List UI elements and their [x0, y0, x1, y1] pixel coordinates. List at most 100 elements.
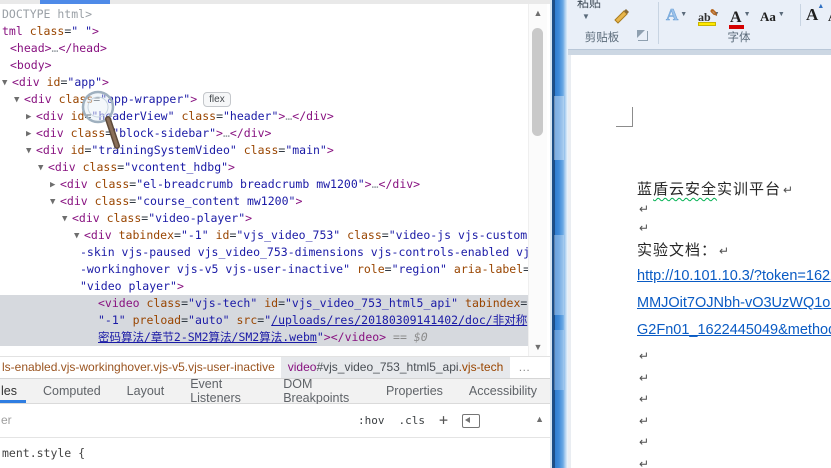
empty-paragraph: ↵ — [637, 218, 831, 237]
empty-paragraph: ↵ — [637, 367, 831, 389]
grow-font-arrow-icon: ▲ — [817, 2, 825, 10]
clipboard-group-label: 剪贴板 — [584, 32, 620, 44]
empty-paragraph: ↵ — [637, 410, 831, 432]
empty-paragraph: ↵ — [637, 388, 831, 410]
tab-layout[interactable]: Layout — [114, 379, 178, 403]
tree-expand-icon[interactable]: ▼ — [50, 194, 60, 211]
breadcrumb-overflow-icon[interactable]: … — [510, 357, 539, 378]
text-highlight-button[interactable]: ab ✏ ▼ — [698, 3, 720, 26]
crumb-id: #vjs_video_753_html5_api — [316, 360, 459, 374]
styles-toolbar: er :hov .cls + ▲ — [0, 404, 550, 438]
text-effects-button[interactable]: A ▼ — [666, 3, 688, 25]
empty-paragraph: ↵ — [637, 431, 831, 453]
dom-tree-row[interactable]: "-1" preload="auto" src="/uploads/res/20… — [0, 312, 528, 329]
empty-paragraph: ↵ — [637, 345, 831, 367]
tab-properties[interactable]: Properties — [373, 379, 456, 403]
grow-font-button[interactable]: A ▲ — [806, 2, 824, 25]
paragraph-mark: ↵ — [639, 349, 650, 363]
document-hyperlink[interactable]: http://10.101.10.3/?token=1622 — [637, 263, 831, 290]
scroll-up-icon[interactable]: ▲ — [529, 8, 547, 18]
element-style-rule[interactable]: ment.style { — [0, 438, 550, 468]
tree-expand-icon[interactable]: ▼ — [62, 211, 72, 228]
tree-expand-icon[interactable]: ▼ — [26, 143, 36, 160]
paragraph-mark: ↵ — [639, 370, 650, 385]
dom-tree-row[interactable]: -skin vjs-paused vjs_video_753-dimension… — [0, 244, 528, 261]
document-hyperlink[interactable]: MMJOit7OJNbh-vO3UzWQ1ouH — [637, 290, 831, 317]
word-window-edge — [550, 0, 568, 468]
paragraph-mark: ↵ — [639, 202, 650, 216]
tab-les[interactable]: les — [0, 379, 30, 403]
dom-tree-row[interactable]: ▶ <div class="block-sidebar">…</div> — [0, 125, 528, 142]
document-title: 蓝盾云安全实训平台 ↵ — [637, 181, 795, 198]
document-hyperlink[interactable]: G2Fn01_1622445049&method=d — [637, 317, 831, 344]
tree-expand-icon[interactable]: ▶ — [50, 177, 60, 194]
breadcrumb: ls-enabled.vjs-workinghover.vjs-v5.vjs-u… — [0, 356, 550, 378]
dom-tree-row[interactable]: DOCTYPE html> — [0, 6, 528, 23]
dom-tree-row[interactable]: ▼ <div class="app-wrapper"> flex — [0, 91, 528, 108]
tree-expand-icon[interactable]: ▶ — [26, 126, 36, 143]
paragraph-mark: ↵ — [639, 392, 650, 406]
paragraph-mark: ↵ — [719, 244, 731, 258]
toggle-element-state-button[interactable]: :hov — [358, 414, 385, 427]
document-label: 实验文档： ↵ — [637, 242, 731, 259]
empty-paragraph: ↵ — [637, 453, 831, 468]
scroll-down-icon[interactable]: ▼ — [529, 342, 547, 352]
styles-scroll-up-icon[interactable]: ▲ — [535, 414, 544, 424]
empty-paragraph: ↵ — [637, 199, 831, 218]
highlight-color-bar — [698, 22, 716, 26]
tree-expand-icon[interactable]: ▼ — [14, 92, 24, 109]
tab-dom-breakpoints[interactable]: DOM Breakpoints — [270, 377, 373, 405]
tree-expand-icon[interactable]: ▼ — [74, 228, 84, 245]
tree-expand-icon[interactable]: ▶ — [26, 109, 36, 126]
crumb-tag: video — [287, 360, 317, 374]
dom-tree-row[interactable]: ▼ <div tabindex="-1" id="vjs_video_753" c… — [0, 227, 528, 244]
elements-scrollbar[interactable]: ▲ ▼ — [528, 4, 547, 356]
element-classes-button[interactable]: .cls — [398, 414, 425, 427]
styles-filter-input[interactable]: er — [1, 413, 12, 427]
font-color-button[interactable]: A ▼ — [729, 3, 751, 29]
dom-tree-row[interactable]: ▼ <div class="course_content mw1200"> — [0, 193, 528, 210]
paragraph-mark: ↵ — [639, 413, 650, 428]
paragraph-mark: ↵ — [639, 435, 650, 449]
dom-tree-row[interactable]: <video class="vjs-tech" id="vjs_video_75… — [0, 295, 528, 312]
dom-tree-row[interactable]: 密码算法/章节2-SM2算法/SM2算法.webm"></video> == $… — [0, 329, 528, 346]
breadcrumb-item-div[interactable]: ls-enabled.vjs-workinghover.vjs-v5.vjs-u… — [0, 357, 281, 378]
dom-tree-row[interactable]: -workinghover vjs-v5 vjs-user-inactive" … — [0, 261, 528, 278]
dom-tree-row[interactable]: <head>…</head> — [0, 40, 528, 57]
breadcrumb-item-video-selected[interactable]: video#vjs_video_753_html5_api.vjs-tech — [280, 357, 511, 378]
tab-accessibility[interactable]: Accessibility — [456, 379, 550, 403]
format-painter-icon[interactable] — [612, 6, 632, 31]
dom-tree[interactable]: DOCTYPE html> tml class=" "> <head>…</head… — [0, 4, 528, 356]
dom-tree-row[interactable]: ▼ <div class="vcontent_hdbg"> — [0, 159, 528, 176]
tree-expand-icon[interactable]: ▼ — [2, 75, 12, 92]
new-style-rule-button[interactable]: + — [439, 411, 448, 429]
scrollbar-thumb[interactable] — [532, 28, 543, 136]
tab-computed[interactable]: Computed — [30, 379, 114, 403]
rule-selector-text: ment.style { — [2, 446, 86, 460]
paragraph-mark: ↵ — [783, 183, 795, 197]
tree-expand-icon[interactable]: ▼ — [38, 160, 48, 177]
dom-tree-row[interactable]: ▼ <div id="app"> — [0, 74, 528, 91]
dom-tree-row[interactable]: <body> — [0, 57, 528, 74]
dom-tree-row[interactable]: ▼ <div class="video-player"> — [0, 210, 528, 227]
word-ribbon: 粘贴 ▼ 剪贴板 A ▼ ab ✏ ▼ A ▼ Aa ▼ A ▲ 字体 — [568, 0, 831, 50]
screenshot-root: DOCTYPE html> tml class=" "> <head>…</head… — [0, 0, 831, 468]
page-margin-cropmark — [616, 107, 633, 127]
dom-tree-row[interactable]: ▶ <div id="headerView" class="header">…</… — [0, 108, 528, 125]
dom-tree-row[interactable]: ▶ <div class="el-breadcrumb breadcrumb mw… — [0, 176, 528, 193]
tab-event-listeners[interactable]: Event Listeners — [177, 377, 270, 405]
dom-tree-row[interactable]: "video player"> — [0, 278, 528, 295]
change-case-button[interactable]: Aa ▼ — [760, 3, 785, 25]
paragraph-mark: ↵ — [639, 221, 650, 235]
word-document-page[interactable]: 蓝盾云安全实训平台 ↵ ↵ ↵ 实验文档： ↵ http://10.101.10.3/… — [568, 50, 831, 468]
paste-button[interactable]: 粘贴 — [572, 0, 606, 11]
computed-sidebar-toggle-icon[interactable] — [462, 413, 480, 428]
crumb-class: .vjs-tech — [458, 360, 504, 374]
dom-tree-row[interactable]: ▼ <div id="trainingSystemVideo" class="ma… — [0, 142, 528, 159]
clipboard-dialog-launcher-icon[interactable] — [638, 31, 648, 41]
paragraph-mark: ↵ — [639, 456, 650, 468]
document-content: 蓝盾云安全实训平台 ↵ ↵ ↵ 实验文档： ↵ http://10.101.10.3/… — [637, 122, 831, 468]
word-window: 粘贴 ▼ 剪贴板 A ▼ ab ✏ ▼ A ▼ Aa ▼ A ▲ 字体 蓝盾云安… — [550, 0, 831, 468]
dom-tree-row[interactable]: tml class=" "> — [0, 23, 528, 40]
paste-dropdown-icon[interactable]: ▼ — [582, 12, 590, 21]
